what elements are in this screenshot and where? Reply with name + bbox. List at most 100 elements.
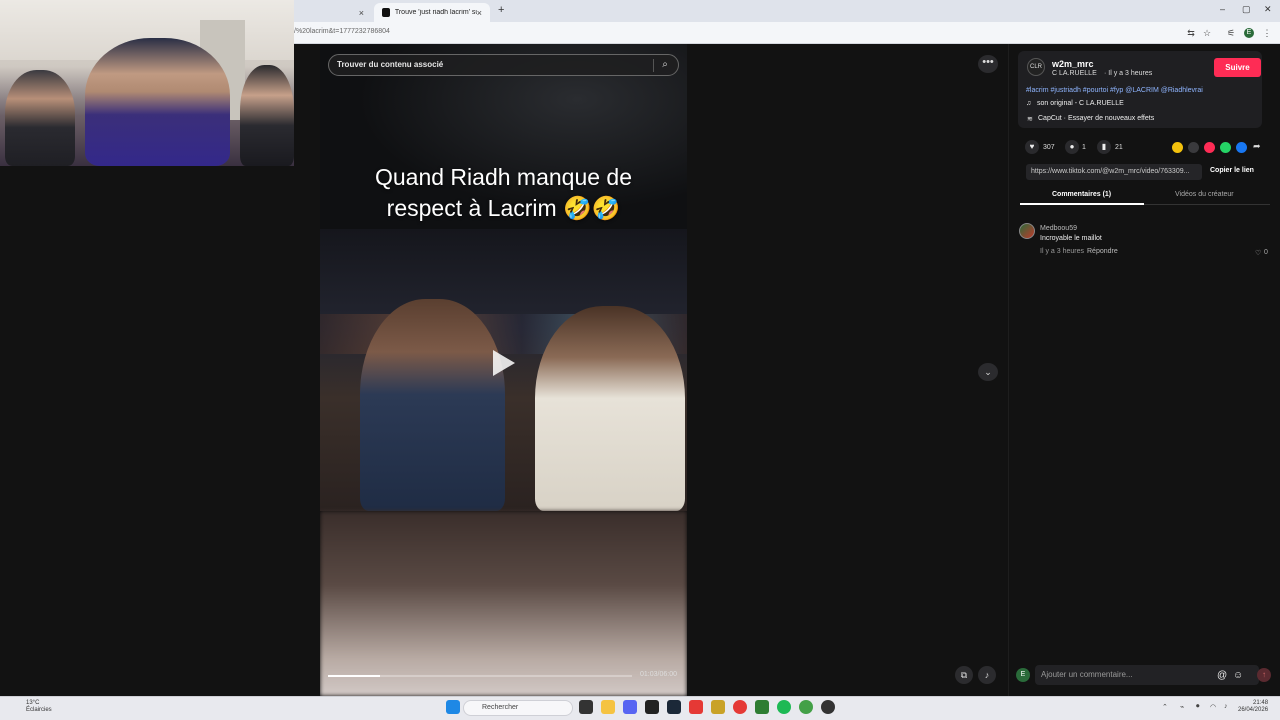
media-player-icon[interactable] <box>821 700 835 714</box>
video-progress-fill <box>328 675 380 677</box>
pip-icon[interactable]: ⧉ <box>955 666 973 684</box>
related-search-placeholder: Trouver du contenu associé <box>337 60 444 69</box>
video-player[interactable]: Quand Riadh manque de respect à Lacrim 🤣… <box>320 44 687 696</box>
new-tab-button[interactable]: + <box>498 4 504 16</box>
tab-close-button[interactable]: × <box>477 8 482 18</box>
weather-desc: Éclaircies <box>26 707 52 713</box>
app-green-icon[interactable] <box>755 700 769 714</box>
tab-active-indicator <box>1020 203 1144 205</box>
play-icon[interactable] <box>493 350 515 376</box>
profile-avatar[interactable]: E <box>1244 28 1254 38</box>
bookmark-icon[interactable]: ▮ <box>1097 140 1111 154</box>
tab-close-button[interactable]: × <box>359 8 364 18</box>
emoji-icon[interactable]: ☺ <box>1233 670 1243 681</box>
window-close-button[interactable]: ✕ <box>1264 4 1272 15</box>
related-search-bar[interactable]: Trouver du contenu associé ⌕ <box>328 54 679 76</box>
creator-name[interactable]: C LA.RUELLE <box>1052 70 1097 77</box>
composer-avatar: E <box>1016 668 1030 682</box>
window-maximize-button[interactable]: ▢ <box>1242 4 1251 15</box>
windows-start-icon[interactable] <box>446 700 460 714</box>
url-text[interactable]: /%20lacrim&t=1777232786804 <box>294 28 390 35</box>
video-link-field[interactable]: https://www.tiktok.com/@w2m_mrc/video/76… <box>1026 164 1202 180</box>
speaker-icon[interactable]: ♪ <box>1224 703 1228 710</box>
taskbar-clock[interactable]: 21:48 26/04/2026 <box>1238 700 1268 714</box>
weather-widget[interactable]: 13°C Éclaircies <box>8 700 52 714</box>
app-yellow-icon[interactable] <box>711 700 725 714</box>
video-progress-bar[interactable] <box>328 675 632 677</box>
volume-icon[interactable]: ♪ <box>978 666 996 684</box>
capcut-icon: ≋ <box>1027 116 1033 123</box>
caption-line-1: Quand Riadh manque de <box>374 164 633 190</box>
capcut-link[interactable]: CapCut · Essayer de nouveaux effets <box>1038 115 1154 122</box>
clock-date: 26/04/2026 <box>1238 707 1269 713</box>
caption-line-2: respect à Lacrim 🤣🤣 <box>386 195 621 221</box>
follow-button[interactable]: Suivre <box>1214 58 1261 77</box>
video-blurred-bottom <box>320 511 687 696</box>
tab-creator-videos[interactable]: Vidéos du créateur <box>1175 191 1234 198</box>
webcam-overlay <box>0 0 294 166</box>
comments-count: 1 <box>1082 144 1086 151</box>
chrome-icon[interactable] <box>733 700 747 714</box>
webcam-person-center <box>85 38 230 166</box>
webcam-person-left <box>5 70 75 166</box>
creator-avatar[interactable]: CLR <box>1027 58 1045 76</box>
weather-temp: 13°C <box>26 700 40 706</box>
video-person-left <box>360 299 505 511</box>
tab-previous[interactable]: × <box>294 3 372 22</box>
mic-icon[interactable]: ⏺ <box>1196 703 1200 711</box>
chrome-active-icon[interactable] <box>799 700 813 714</box>
tiktok-favicon-icon <box>382 8 390 17</box>
steam-icon[interactable] <box>667 700 681 714</box>
wifi-icon[interactable]: ◠ <box>1210 703 1216 711</box>
more-options-icon[interactable]: ••• <box>978 55 998 73</box>
whatsapp-icon[interactable] <box>1220 142 1231 153</box>
comment-like-icon[interactable]: ♡ <box>1255 249 1261 257</box>
music-note-icon: ♫ <box>1026 100 1032 107</box>
facebook-icon[interactable] <box>1236 142 1247 153</box>
extensions-icon[interactable]: ⚟ <box>1226 28 1236 38</box>
mention-icon[interactable]: @ <box>1217 670 1227 681</box>
post-time: · Il y a 3 heures <box>1104 70 1153 77</box>
spotify-icon[interactable] <box>777 700 791 714</box>
reply-button[interactable]: Répondre <box>1087 248 1118 255</box>
taskview-icon[interactable] <box>579 700 593 714</box>
tiktok-friend-icon[interactable] <box>1204 142 1215 153</box>
chevron-down-icon[interactable]: ⌄ <box>978 363 998 381</box>
copy-link-button[interactable]: Copier le lien <box>1210 167 1254 174</box>
windows-taskbar <box>0 696 1280 720</box>
comment-icon[interactable]: ● <box>1065 140 1079 154</box>
app-icon[interactable] <box>645 700 659 714</box>
discord-icon[interactable] <box>623 700 637 714</box>
emoji-share-icon[interactable] <box>1172 142 1183 153</box>
heart-icon[interactable]: ♥ <box>1025 140 1039 154</box>
search-icon[interactable]: ⌕ <box>658 58 672 72</box>
comment-author[interactable]: Medboou59 <box>1040 225 1077 232</box>
file-explorer-icon[interactable] <box>601 700 615 714</box>
menu-icon[interactable]: ⋮ <box>1262 28 1272 38</box>
translate-icon[interactable]: ⇆ <box>1186 28 1196 38</box>
video-person-right <box>535 306 685 511</box>
tab-comments[interactable]: Commentaires (1) <box>1052 191 1111 198</box>
app-red-icon[interactable] <box>689 700 703 714</box>
sound-name[interactable]: son original - C LA.RUELLE <box>1037 100 1124 107</box>
browser-tabbar: × Trouve 'just riadh lacrim' sur Ti × + … <box>294 0 1280 22</box>
tab-active[interactable]: Trouve 'just riadh lacrim' sur Ti × <box>374 3 490 22</box>
video-caption: Quand Riadh manque de respect à Lacrim 🤣… <box>320 162 687 224</box>
taskbar-search[interactable]: Rechercher <box>463 700 573 716</box>
commenter-avatar[interactable] <box>1019 223 1035 239</box>
address-bar: /%20lacrim&t=1777232786804 ⇆ ☆ ⚟ E ⋮ <box>294 22 1280 44</box>
share-arrow-icon[interactable]: ➦ <box>1253 141 1261 152</box>
comment-like-count: 0 <box>1264 249 1268 256</box>
bookmark-star-icon[interactable]: ☆ <box>1202 28 1212 38</box>
post-hashtags[interactable]: #lacrim #justriadh #pourtoi #fyp @LACRIM… <box>1026 87 1203 94</box>
comment-text: Incroyable le maillot <box>1040 235 1102 242</box>
embed-icon[interactable] <box>1188 142 1199 153</box>
network-icon[interactable]: ⌁ <box>1180 703 1184 711</box>
likes-count: 307 <box>1043 144 1055 151</box>
tray-chevron-icon[interactable]: ⌃ <box>1162 703 1168 711</box>
send-icon[interactable]: ↑ <box>1257 668 1271 682</box>
creator-username[interactable]: w2m_mrc <box>1052 59 1094 69</box>
webcam-person-right <box>240 65 294 166</box>
window-minimize-button[interactable]: – <box>1220 4 1225 14</box>
saves-count: 21 <box>1115 144 1123 151</box>
